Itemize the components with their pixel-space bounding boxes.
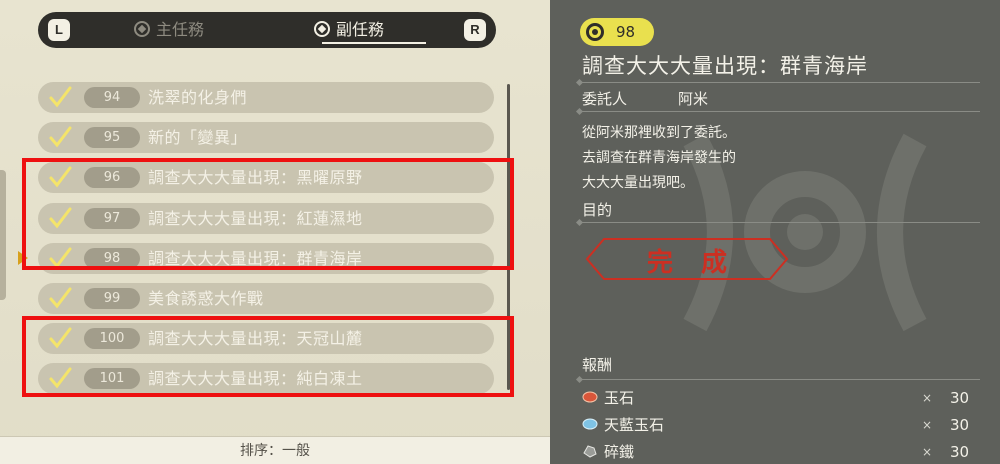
side-drawer-handle[interactable]: [0, 170, 6, 300]
quest-row-94[interactable]: 94 洗翠的化身們: [38, 82, 494, 113]
quest-number: 94: [84, 87, 140, 108]
divider: [580, 379, 980, 380]
reward-name: 天藍玉石: [604, 416, 665, 434]
checkmark-icon: [49, 86, 72, 108]
quest-title: 美食誘惑大作戰: [148, 288, 264, 308]
quest-title: 洗翠的化身們: [148, 88, 248, 107]
complete-stamp: 完成: [584, 236, 790, 282]
quest-description: 從阿米那裡收到了委託。 去調查在群青海岸發生的 大大大量出現吧。: [582, 121, 736, 196]
quest-detail-panel: 98 調查大大大量出現：群青海岸 委託人 阿米 從阿米那裡收到了委託。 去調查在群…: [550, 0, 1000, 464]
reward-name: 碎鐵: [604, 443, 635, 461]
detail-title: 調查大大大量出現：群青海岸: [582, 54, 868, 78]
quest-tab-bar: L 主任務 副任務 R: [38, 12, 496, 48]
quest-number: 95: [84, 127, 140, 149]
tab-side-quests[interactable]: 副任務: [314, 12, 434, 48]
divider: [580, 82, 980, 83]
objective-label: 目的: [582, 201, 613, 219]
r-button-hint[interactable]: R: [464, 19, 486, 41]
client-label: 委託人: [582, 90, 628, 108]
side-quest-icon: [314, 21, 330, 37]
red-gem-icon: [582, 391, 598, 403]
reward-quantity: 30: [950, 416, 970, 434]
quest-row-99[interactable]: 99 美食誘惑大作戰: [38, 282, 494, 314]
client-name: 阿米: [678, 90, 709, 108]
divider: [580, 222, 980, 223]
annotation-highlight-box: [22, 158, 514, 270]
reward-row: 天藍玉石 × 30: [580, 413, 970, 437]
tab-side-quests-label: 副任務: [336, 20, 385, 39]
checkmark-icon: [49, 287, 72, 309]
quest-list-panel: L 主任務 副任務 R 94 洗翠的化身們 95 新的「變異」 96 調查大大大…: [0, 0, 550, 464]
iron-chunk-icon: [583, 445, 597, 458]
main-quest-icon: [134, 21, 150, 37]
quest-number: 99: [84, 287, 140, 309]
description-line: 大大大量出現吧。: [582, 175, 694, 191]
blue-gem-icon: [582, 418, 598, 430]
divider: [580, 111, 980, 112]
quest-row-95[interactable]: 95 新的「變異」: [38, 122, 494, 154]
quest-number-badge: 98: [580, 18, 654, 46]
tab-main-quests[interactable]: 主任務: [134, 12, 254, 48]
annotation-highlight-box: [22, 316, 514, 397]
reward-label: 報酬: [582, 356, 613, 374]
sort-bar[interactable]: 排序：一般: [0, 436, 550, 464]
side-quest-badge-icon: [586, 23, 604, 41]
description-line: 從阿米那裡收到了委託。: [582, 125, 736, 141]
reward-name: 玉石: [604, 389, 635, 407]
description-line: 去調查在群青海岸發生的: [582, 150, 736, 166]
tab-main-quests-label: 主任務: [156, 20, 205, 39]
quest-title: 新的「變異」: [148, 128, 248, 148]
checkmark-icon: [49, 126, 72, 148]
reward-row: 玉石 × 30: [580, 386, 970, 410]
client-row: 委託人 阿米: [582, 88, 708, 109]
reward-quantity: 30: [950, 443, 970, 461]
l-button-hint[interactable]: L: [48, 19, 70, 41]
reward-quantity: 30: [950, 389, 970, 407]
times-symbol: ×: [922, 391, 933, 405]
times-symbol: ×: [922, 418, 933, 432]
reward-row: 碎鐵 × 30: [580, 440, 970, 464]
sort-label: 排序：一般: [240, 443, 310, 459]
times-symbol: ×: [922, 445, 933, 459]
badge-number: 98: [616, 23, 636, 41]
complete-text: 完成: [646, 248, 755, 278]
